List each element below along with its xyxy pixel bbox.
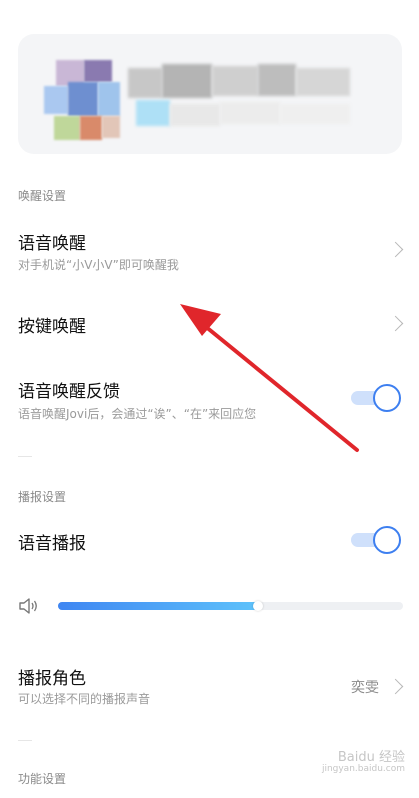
broadcast-role-subtitle: 可以选择不同的播报声音 <box>18 692 151 706</box>
button-wake-title: 按键唤醒 <box>18 317 86 337</box>
watermark-domain: jingyan.baidu.com <box>321 764 405 774</box>
broadcast-role-value: 奕雯 <box>351 680 379 696</box>
divider <box>18 456 32 457</box>
voice-broadcast-toggle[interactable] <box>351 526 401 554</box>
voice-broadcast-title: 语音播报 <box>18 534 86 554</box>
broadcast-role-title: 播报角色 <box>18 669 86 689</box>
voice-wake-subtitle: 对手机说“小V小V”即可唤醒我 <box>18 258 179 272</box>
volume-slider[interactable] <box>58 601 403 611</box>
chevron-right-icon <box>387 678 404 695</box>
voice-wake-feedback-subtitle: 语音唤醒Jovi后，会通过“诶”、“在”来回应您 <box>18 407 257 421</box>
watermark-text: Baidu 经验 <box>337 750 405 765</box>
chevron-right-icon <box>387 315 404 332</box>
voice-wake-feedback-toggle[interactable] <box>351 384 401 412</box>
section-title-wake: 唤醒设置 <box>18 189 67 203</box>
speaker-icon <box>19 598 37 614</box>
avatar <box>44 60 126 142</box>
chevron-right-icon <box>387 241 404 258</box>
section-title-function: 功能设置 <box>18 772 67 786</box>
volume-slider-fill <box>58 602 259 610</box>
section-title-broadcast: 播报设置 <box>18 490 67 504</box>
baidu-watermark: Baidu 经验 jingyan.baidu.com <box>311 746 407 780</box>
volume-slider-thumb[interactable] <box>253 601 264 611</box>
profile-name-blurred <box>128 62 388 138</box>
profile-card[interactable] <box>18 34 402 154</box>
voice-wake-title: 语音唤醒 <box>18 234 86 254</box>
voice-wake-feedback-title: 语音唤醒反馈 <box>18 382 120 402</box>
divider <box>18 740 32 741</box>
